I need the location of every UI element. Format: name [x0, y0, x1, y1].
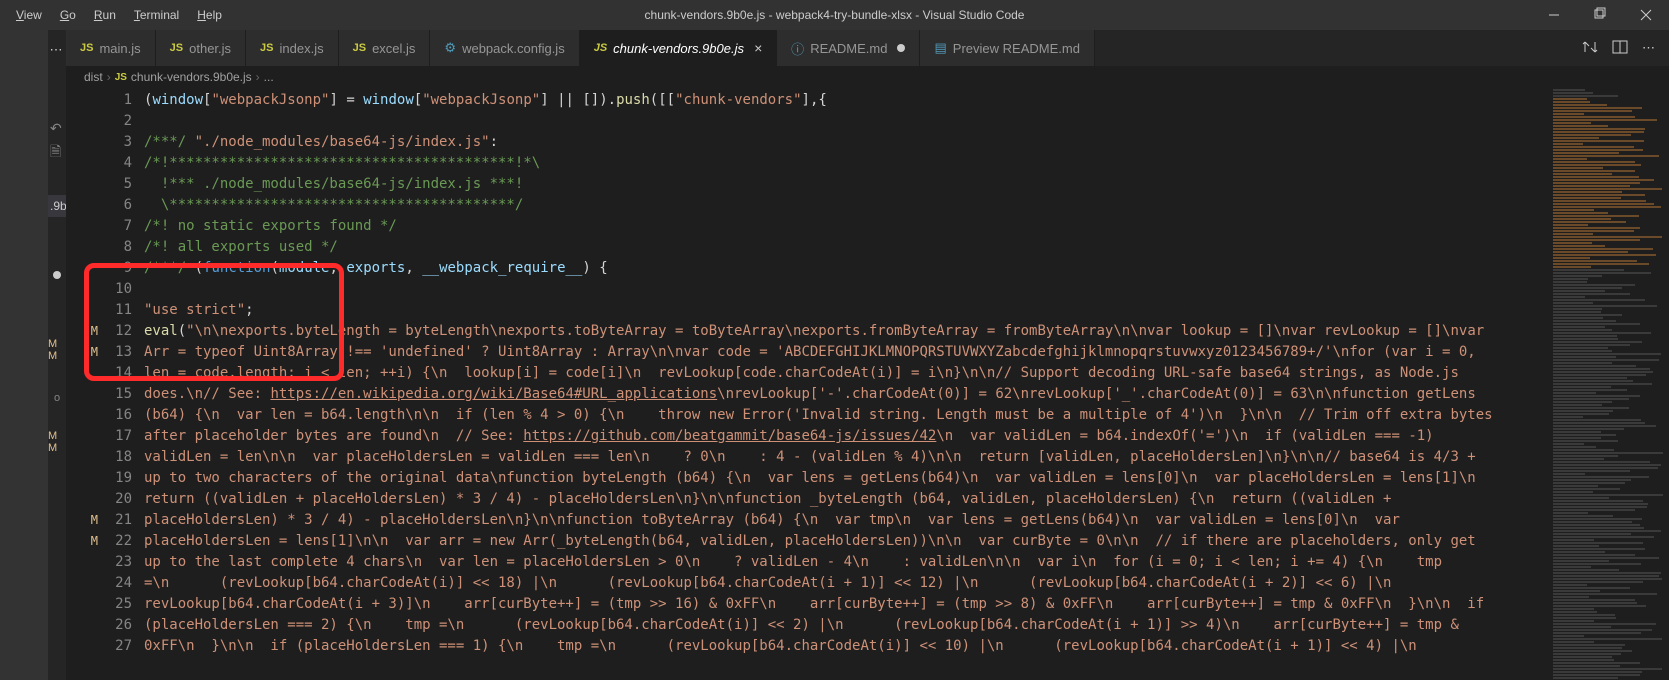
tab-label: other.js: [189, 41, 231, 56]
tabs-row: JS main.js JS other.js JS index.js JS excel.js ⚙…: [66, 30, 1669, 66]
tab-preview-readme-md[interactable]: ▤ Preview README.md: [920, 30, 1094, 66]
code-content[interactable]: (window["webpackJsonp"] = window["webpac…: [144, 88, 1549, 680]
menu-view[interactable]: View: [8, 4, 50, 26]
scm-modified-badge: M: [48, 350, 66, 362]
minimize-button[interactable]: [1531, 0, 1577, 30]
titlebar: View Go Run Terminal Help chunk-vendors.…: [0, 0, 1669, 30]
more-icon[interactable]: ⋯: [48, 30, 66, 70]
window-controls: [1531, 0, 1669, 30]
scm-modified-badge: M: [48, 338, 66, 350]
breadcrumb-folder[interactable]: dist: [84, 70, 103, 84]
tab-actions: ⋯: [1582, 30, 1669, 66]
menu-terminal[interactable]: Terminal: [126, 4, 187, 26]
letter-o-icon: o: [48, 392, 66, 404]
activity-bar: [0, 30, 48, 680]
compare-changes-icon[interactable]: [1582, 39, 1598, 58]
sidebar-sliver: ⋯ ↶ 🗎 .9b0e.js M M o M M: [48, 30, 66, 680]
tab-webpack-config-js[interactable]: ⚙ webpack.config.js: [430, 30, 579, 66]
tab-main-js[interactable]: JS main.js: [66, 30, 156, 66]
preview-icon: ▤: [934, 40, 946, 56]
window-title: chunk-vendors.9b0e.js - webpack4-try-bun…: [645, 8, 1025, 22]
editor-body: MMMM 12345678910111213141516171819202122…: [66, 88, 1669, 680]
tab-other-js[interactable]: JS other.js: [156, 30, 246, 66]
scm-modified-badge: M: [48, 442, 66, 454]
tab-label: Preview README.md: [953, 41, 1080, 56]
tab-excel-js[interactable]: JS excel.js: [339, 30, 431, 66]
js-icon: JS: [80, 42, 93, 54]
tab-label: main.js: [99, 41, 140, 56]
scm-modified-badge: M: [48, 430, 66, 442]
tab-chunk-vendors-9b0e-js[interactable]: JS chunk-vendors.9b0e.js ×: [580, 30, 777, 66]
tab-label: chunk-vendors.9b0e.js: [613, 41, 744, 56]
js-icon: JS: [353, 42, 366, 54]
undo-icon[interactable]: ↶: [48, 120, 66, 137]
tab-label: index.js: [280, 41, 324, 56]
more-actions-icon[interactable]: ⋯: [1642, 40, 1657, 56]
info-icon: ⓘ: [791, 39, 804, 58]
scm-gutter: MMMM: [66, 88, 104, 680]
annotation-highlight-box: [84, 263, 344, 381]
close-button[interactable]: [1623, 0, 1669, 30]
js-icon: JS: [260, 42, 273, 54]
dirty-dot-icon: [897, 44, 905, 52]
js-icon: JS: [115, 72, 127, 83]
split-editor-icon[interactable]: [1612, 39, 1628, 58]
js-icon: JS: [594, 42, 607, 54]
breadcrumb-file[interactable]: chunk-vendors.9b0e.js: [131, 70, 252, 84]
tab-index-js[interactable]: JS index.js: [246, 30, 339, 66]
tab-readme-md[interactable]: ⓘ README.md: [777, 30, 920, 66]
close-icon[interactable]: ×: [754, 40, 762, 56]
maximize-button[interactable]: [1577, 0, 1623, 30]
open-editor-item[interactable]: .9b0e.js: [48, 195, 66, 217]
minimap[interactable]: [1549, 88, 1669, 680]
line-number-gutter: 1234567891011121314151617181920212223242…: [104, 88, 144, 680]
menu-go[interactable]: Go: [52, 4, 84, 26]
tab-label: excel.js: [372, 41, 415, 56]
breadcrumbs[interactable]: dist › JS chunk-vendors.9b0e.js › ...: [66, 66, 1669, 88]
dirty-dot-icon: [53, 271, 61, 279]
menu-help[interactable]: Help: [189, 4, 230, 26]
chevron-right-icon: ›: [107, 70, 111, 84]
chevron-right-icon: ›: [256, 70, 260, 84]
js-icon: JS: [170, 42, 183, 54]
menu-run[interactable]: Run: [86, 4, 124, 26]
save-all-icon[interactable]: 🗎: [48, 141, 66, 165]
gear-icon: ⚙: [444, 40, 456, 56]
tab-label: webpack.config.js: [462, 41, 565, 56]
breadcrumb-more[interactable]: ...: [264, 70, 274, 84]
menubar: View Go Run Terminal Help: [0, 4, 230, 26]
tab-label: README.md: [810, 41, 887, 56]
